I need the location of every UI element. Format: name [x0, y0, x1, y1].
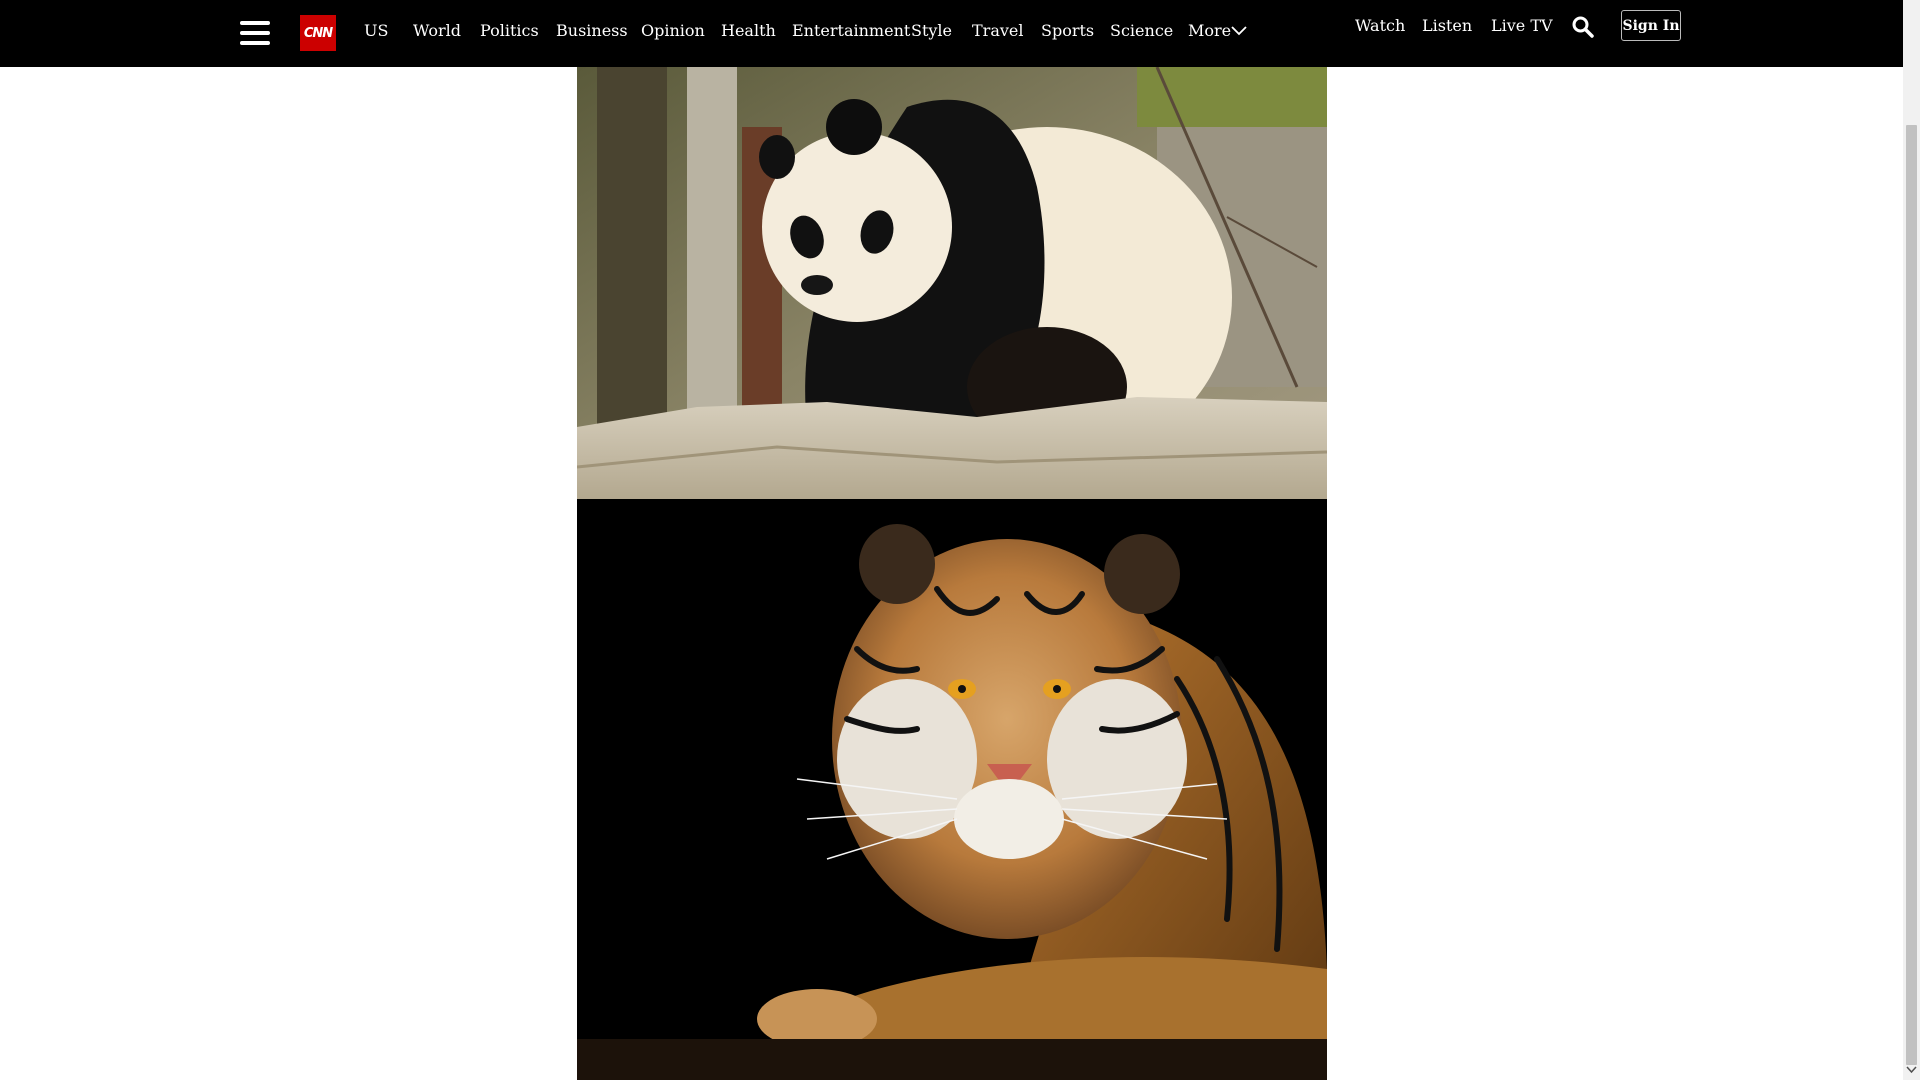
nav-item-opinion[interactable]: Opinion	[641, 21, 705, 40]
nav-item-politics[interactable]: Politics	[480, 21, 539, 40]
listen-link[interactable]: Listen	[1422, 16, 1472, 35]
watch-link[interactable]: Watch	[1355, 16, 1405, 35]
nav-item-entertainment[interactable]: Entertainment	[792, 21, 910, 40]
nav-item-world[interactable]: World	[413, 21, 461, 40]
nav-item-us[interactable]: US	[364, 21, 388, 40]
tiger-illustration	[577, 499, 1327, 1080]
nav-item-travel[interactable]: Travel	[972, 21, 1023, 40]
cnn-logo[interactable]: CNN	[300, 15, 336, 51]
sign-in-button[interactable]: Sign In	[1621, 10, 1681, 41]
panda-illustration	[577, 67, 1327, 499]
chevron-down-icon[interactable]	[1231, 26, 1247, 36]
nav-item-science[interactable]: Science	[1110, 21, 1173, 40]
scrollbar-thumb[interactable]	[1906, 125, 1917, 1065]
nav-item-business[interactable]: Business	[556, 21, 628, 40]
scroll-down-arrow-icon[interactable]	[1906, 1064, 1917, 1076]
nav-item-more[interactable]: More	[1188, 21, 1231, 40]
top-navigation-bar: CNN US World Politics Business Opinion H…	[0, 0, 1903, 67]
nav-item-style[interactable]: Style	[911, 21, 952, 40]
logo-text: CNN	[303, 25, 333, 41]
nav-item-health[interactable]: Health	[721, 21, 776, 40]
live-tv-link[interactable]: Live TV	[1491, 16, 1553, 35]
panda-photo	[577, 67, 1327, 499]
nav-item-sports[interactable]: Sports	[1041, 21, 1094, 40]
menu-icon[interactable]	[238, 18, 272, 48]
search-icon[interactable]	[1571, 15, 1595, 39]
tiger-photo	[577, 499, 1327, 1080]
